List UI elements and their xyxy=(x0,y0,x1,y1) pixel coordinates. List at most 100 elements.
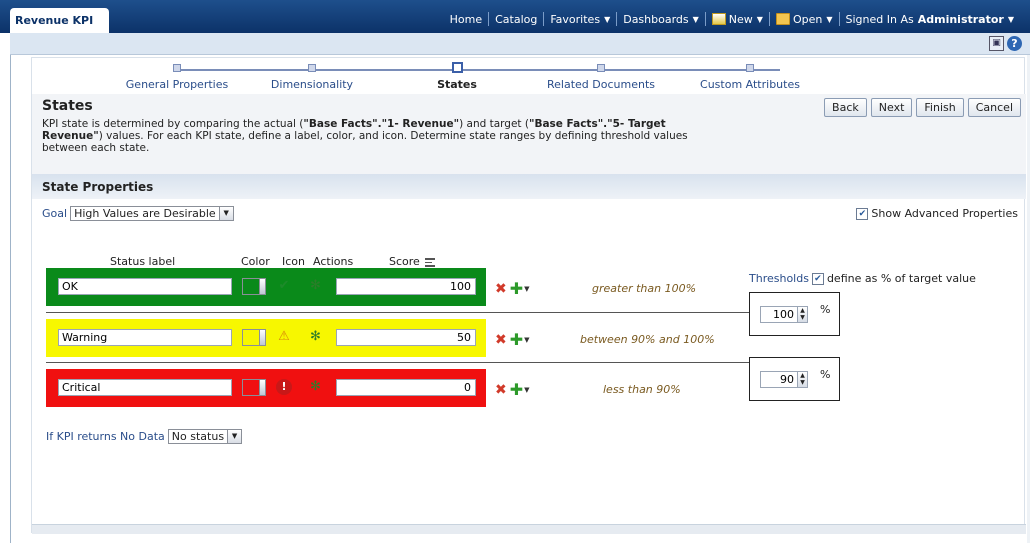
actual-measure: "Base Facts"."1- Revenue" xyxy=(303,118,460,130)
delete-state-icon[interactable]: ✖ xyxy=(495,281,507,297)
back-button[interactable]: Back xyxy=(824,98,867,117)
nav-dashboards[interactable]: Dashboards ▼ xyxy=(617,13,705,26)
actions-gear-icon[interactable]: ✻ xyxy=(307,328,324,345)
step-header: States KPI state is determined by compar… xyxy=(32,94,1026,174)
train-stop-custom-attrs[interactable] xyxy=(746,64,754,72)
col-icon: Icon xyxy=(282,255,305,268)
no-data-row: If KPI returns No Data No status ▼ xyxy=(46,429,243,444)
show-advanced-checkbox[interactable]: ✔ xyxy=(856,207,869,220)
wizard-train: General Properties Dimensionality States… xyxy=(32,62,1026,94)
spinner-arrows-icon[interactable]: ▲ ▼ xyxy=(798,371,808,388)
add-state-icon[interactable]: ✚ xyxy=(510,380,523,399)
row-tools: ✖ ✚ ▼ xyxy=(495,330,530,349)
delete-state-icon[interactable]: ✖ xyxy=(495,332,507,348)
desc-part: KPI state is determined by comparing the… xyxy=(42,118,304,130)
check-icon[interactable]: ✔ xyxy=(276,278,292,294)
no-data-select[interactable]: No status ▼ xyxy=(167,429,243,444)
user-name: Administrator xyxy=(917,12,1004,26)
chevron-down-icon[interactable]: ▼ xyxy=(524,285,529,293)
delete-state-icon[interactable]: ✖ xyxy=(495,382,507,398)
goal-select-value: High Values are Desirable xyxy=(74,207,216,220)
goal-select[interactable]: High Values are Desirable ▼ xyxy=(70,206,234,221)
color-picker[interactable] xyxy=(242,379,266,396)
nav-new[interactable]: New ▼ xyxy=(706,13,769,26)
thresholds-header: Thresholds ✔ define as % of target value xyxy=(749,272,976,285)
threshold-input[interactable] xyxy=(760,371,798,388)
global-header: Revenue KPI Home Catalog Favorites ▼ Das… xyxy=(0,0,1030,33)
state-range-text: greater than 100% xyxy=(592,282,697,295)
actions-gear-icon[interactable]: ✻ xyxy=(307,378,324,395)
state-score-input[interactable] xyxy=(336,379,476,396)
train-stop-general[interactable] xyxy=(173,64,181,72)
chevron-down-icon[interactable]: ▼ xyxy=(524,336,529,344)
chevron-down-icon[interactable]: ▼ xyxy=(524,386,529,394)
chevron-down-icon xyxy=(259,380,265,395)
no-data-label: If KPI returns No Data xyxy=(46,430,165,443)
show-advanced-label: Show Advanced Properties xyxy=(871,207,1018,220)
chevron-down-icon: ▼ xyxy=(756,14,763,24)
add-state-icon[interactable]: ✚ xyxy=(510,279,523,298)
error-icon[interactable]: ! xyxy=(276,379,292,395)
user-menu[interactable]: Administrator ▼ xyxy=(914,13,1020,26)
finish-button[interactable]: Finish xyxy=(916,98,964,117)
nav-favorites-label: Favorites xyxy=(550,12,601,26)
sub-toolbar: ▣ ? xyxy=(10,33,1030,55)
help-icon[interactable]: ? xyxy=(1007,36,1022,51)
bottom-bar xyxy=(32,524,1026,534)
state-label-input[interactable] xyxy=(58,278,232,295)
threshold-spinner[interactable]: ▲▼ xyxy=(760,371,808,388)
state-range-text: less than 90% xyxy=(603,383,681,396)
nav-open-label: Open xyxy=(792,12,823,26)
col-color: Color xyxy=(241,255,270,268)
add-state-icon[interactable]: ✚ xyxy=(510,330,523,349)
threshold-spinner[interactable]: ▲▼ xyxy=(760,306,808,323)
threshold-divider xyxy=(46,312,774,313)
color-picker[interactable] xyxy=(242,329,266,346)
page-description: KPI state is determined by comparing the… xyxy=(42,118,692,154)
app-tab-title[interactable]: Revenue KPI xyxy=(10,8,109,33)
chevron-down-icon xyxy=(259,279,265,294)
color-swatch xyxy=(243,330,259,345)
train-step-dimensionality[interactable]: Dimensionality xyxy=(271,78,353,91)
threshold-box-lower: ▲▼ % xyxy=(749,357,840,401)
global-nav: Home Catalog Favorites ▼ Dashboards ▼ Ne… xyxy=(444,10,1020,28)
state-score-input[interactable] xyxy=(336,278,476,295)
nav-catalog[interactable]: Catalog xyxy=(489,13,543,26)
state-score-input[interactable] xyxy=(336,329,476,346)
define-pct-checkbox[interactable]: ✔ xyxy=(811,272,824,285)
nav-favorites[interactable]: Favorites ▼ xyxy=(544,13,616,26)
desc-part: ) and target ( xyxy=(459,118,529,130)
col-status-label: Status label xyxy=(110,255,176,268)
color-swatch xyxy=(243,279,259,294)
actions-gear-icon[interactable]: ✻ xyxy=(307,277,324,294)
threshold-divider xyxy=(46,362,774,363)
cancel-button[interactable]: Cancel xyxy=(967,98,1021,117)
threshold-input[interactable] xyxy=(760,306,798,323)
col-score[interactable]: Score xyxy=(389,255,435,268)
next-button[interactable]: Next xyxy=(870,98,913,117)
threshold-unit: % xyxy=(820,368,831,381)
goal-label: Goal xyxy=(42,207,68,220)
train-step-general-properties[interactable]: General Properties xyxy=(126,78,228,91)
train-step-related-documents[interactable]: Related Documents xyxy=(547,78,655,91)
toolbar-icons: ▣ ? xyxy=(989,36,1022,51)
warning-icon[interactable]: ⚠ xyxy=(276,329,292,345)
color-picker[interactable] xyxy=(242,278,266,295)
col-actions: Actions xyxy=(313,255,354,268)
spinner-arrows-icon[interactable]: ▲ ▼ xyxy=(798,306,808,323)
state-label-input[interactable] xyxy=(58,329,232,346)
show-advanced-row: ✔ Show Advanced Properties xyxy=(856,207,1018,220)
col-score-label: Score xyxy=(389,255,420,268)
train-stop-dimensionality[interactable] xyxy=(308,64,316,72)
state-row-ok: ✔ ✻ xyxy=(46,268,486,306)
train-step-custom-attributes[interactable]: Custom Attributes xyxy=(700,78,800,91)
nav-home[interactable]: Home xyxy=(444,13,488,26)
train-stop-states xyxy=(452,62,463,73)
page-border xyxy=(10,55,11,543)
nav-open[interactable]: Open ▼ xyxy=(770,13,839,26)
threshold-box-upper: ▲▼ % xyxy=(749,292,840,336)
nav-new-label: New xyxy=(728,12,753,26)
save-icon[interactable]: ▣ xyxy=(989,36,1004,51)
state-label-input[interactable] xyxy=(58,379,232,396)
train-stop-related-docs[interactable] xyxy=(597,64,605,72)
